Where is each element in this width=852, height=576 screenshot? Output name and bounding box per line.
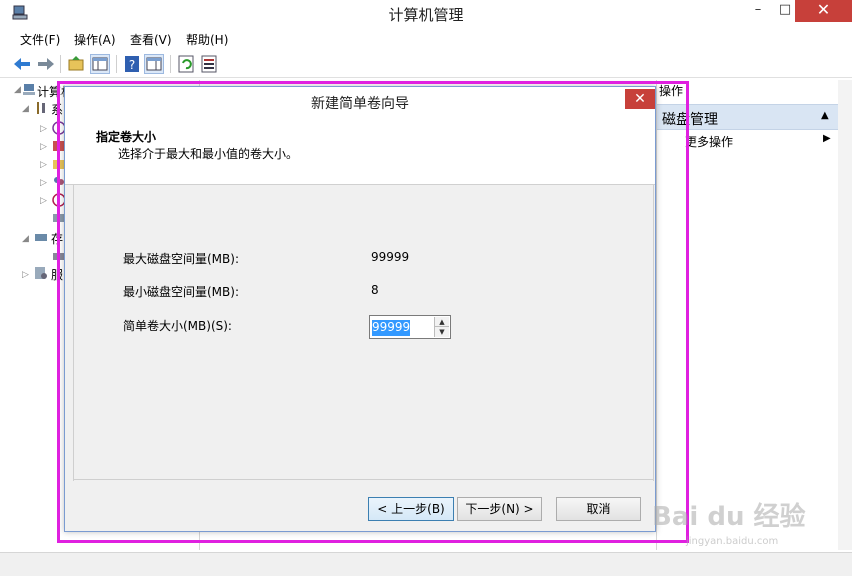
- dialog-title: 新建简单卷向导: [311, 96, 409, 112]
- menu-bar: 文件(F) 操作(A) 查看(V) 帮助(H): [0, 28, 852, 50]
- submenu-arrow-icon: ▶: [823, 133, 831, 144]
- window-titlebar: 计算机管理 – □ ✕: [0, 0, 852, 28]
- volume-size-input[interactable]: [372, 318, 432, 336]
- dialog-close-button[interactable]: ✕: [625, 89, 655, 109]
- menu-file[interactable]: 文件(F): [20, 31, 60, 48]
- dialog-heading: 指定卷大小: [96, 130, 157, 144]
- back-arrow-icon[interactable]: [12, 54, 32, 74]
- dialog-header: 指定卷大小 选择介于最大和最小值的卷大小。: [65, 115, 655, 185]
- volume-size-label: 简单卷大小(MB)(S):: [123, 319, 232, 333]
- menu-view[interactable]: 查看(V): [130, 31, 172, 48]
- toolbar: ?: [0, 50, 852, 78]
- tools-icon: [37, 102, 45, 114]
- max-size-value: 99999: [371, 250, 410, 264]
- right-scrollbar[interactable]: [838, 80, 852, 550]
- spin-down-icon[interactable]: ▼: [434, 327, 449, 337]
- computer-icon: [23, 84, 35, 95]
- actions-section-label: 磁盘管理: [662, 112, 718, 128]
- menu-action[interactable]: 操作(A): [74, 31, 116, 48]
- collapse-up-icon[interactable]: ▲: [821, 110, 829, 121]
- menu-help[interactable]: 帮助(H): [186, 31, 228, 48]
- max-size-label: 最大磁盘空间量(MB):: [123, 252, 239, 266]
- forward-arrow-icon[interactable]: [36, 54, 56, 74]
- storage-icon: [35, 234, 47, 241]
- next-button[interactable]: 下一步(N) >: [457, 497, 542, 521]
- properties-icon[interactable]: [199, 54, 219, 74]
- up-folder-icon[interactable]: [66, 54, 86, 74]
- min-size-value: 8: [371, 283, 379, 297]
- baidu-watermark-logo: Bai du 经验: [652, 502, 806, 532]
- show-action-pane-icon[interactable]: [144, 54, 164, 74]
- actions-header: 操作: [659, 84, 684, 98]
- more-actions-item[interactable]: 更多操作: [685, 133, 733, 150]
- footer-divider: [73, 479, 653, 480]
- tree-item-services[interactable]: 服: [51, 266, 63, 283]
- window-title: 计算机管理: [388, 6, 464, 24]
- dialog-subheading: 选择介于最大和最小值的卷大小。: [118, 147, 299, 161]
- actions-section-disk-management[interactable]: 磁盘管理 ▲: [657, 104, 839, 130]
- cancel-button[interactable]: 取消: [556, 497, 641, 521]
- help-icon[interactable]: ?: [122, 54, 142, 74]
- tree-item-system[interactable]: 系: [51, 101, 63, 118]
- actions-pane: 操作 磁盘管理 ▲ 更多操作 ▶: [656, 80, 839, 550]
- spin-up-icon[interactable]: ▲: [434, 317, 449, 327]
- min-size-label: 最小磁盘空间量(MB):: [123, 285, 239, 299]
- tree-item-storage[interactable]: 存: [51, 230, 63, 247]
- services-icon: [35, 267, 47, 279]
- status-bar: [0, 552, 852, 576]
- back-button[interactable]: < 上一步(B): [368, 497, 454, 521]
- baidu-watermark-url: jingyan.baidu.com: [686, 536, 779, 547]
- svg-text:?: ?: [129, 58, 135, 72]
- refresh-icon[interactable]: [176, 54, 196, 74]
- new-simple-volume-wizard: 新建简单卷向导 ✕ 指定卷大小 选择介于最大和最小值的卷大小。 最大磁盘空间量(…: [64, 86, 656, 532]
- close-button[interactable]: ✕: [795, 0, 852, 22]
- dialog-titlebar: 新建简单卷向导 ✕: [65, 87, 655, 115]
- show-tree-icon[interactable]: [90, 54, 110, 74]
- volume-size-stepper[interactable]: ▲ ▼: [369, 315, 451, 339]
